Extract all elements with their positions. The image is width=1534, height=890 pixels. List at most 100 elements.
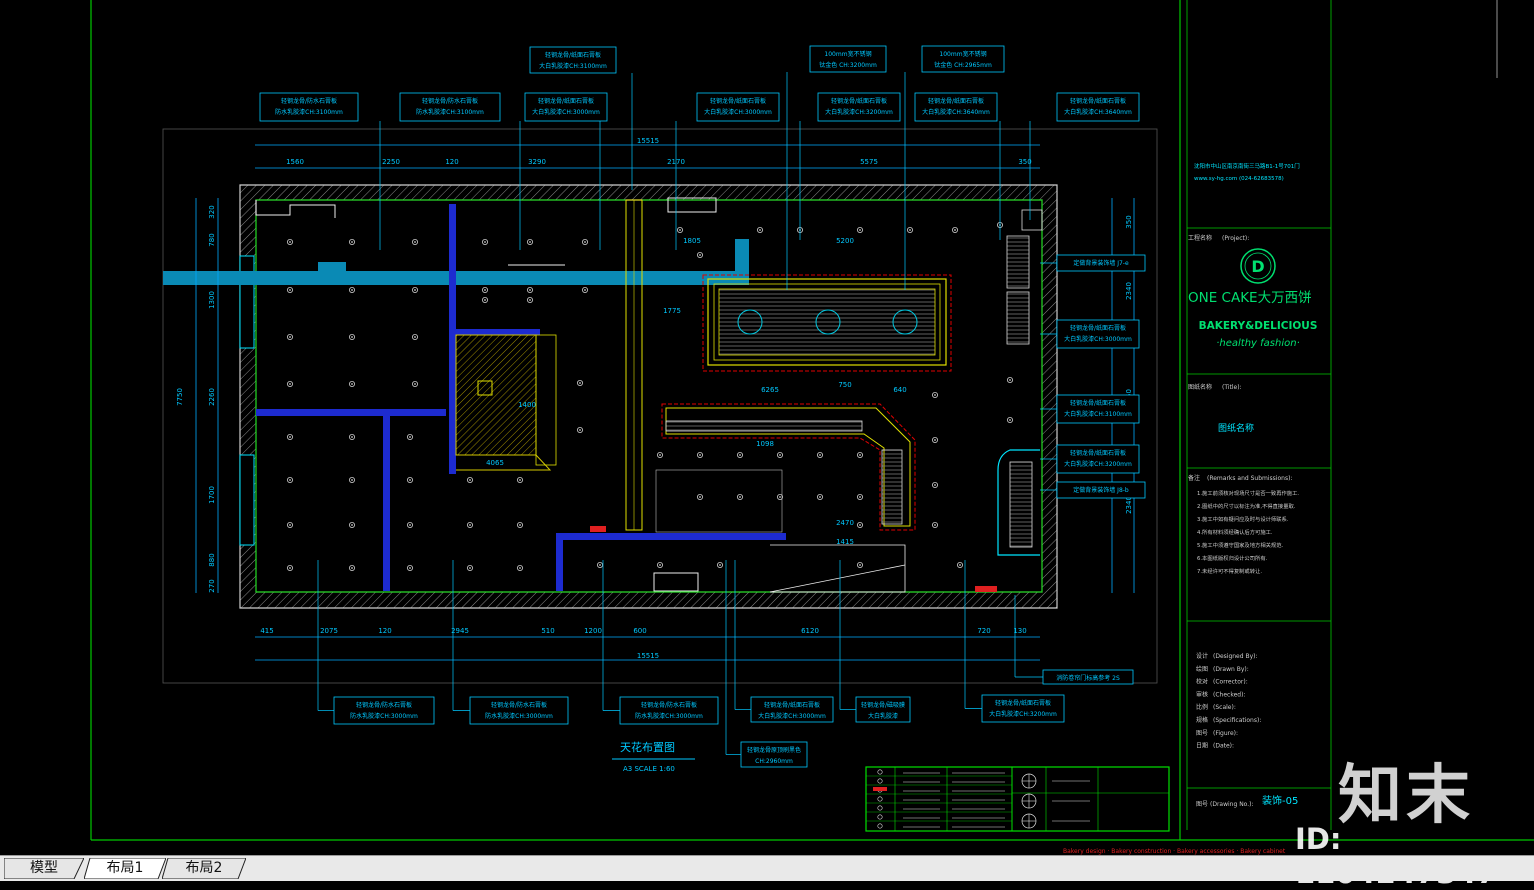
dimension-value: 2945	[451, 627, 469, 635]
overall-dim-bottom: 15515	[637, 652, 659, 660]
ceiling-light-icon	[657, 562, 664, 569]
dimension-value: 4065	[486, 459, 504, 467]
field-label-en: (Checked):	[1213, 691, 1245, 698]
field-label-en: (Specifications):	[1213, 717, 1261, 724]
callout-bottom: 轻钢龙骨/纸面石膏板大白乳胶漆CH:3000mm	[750, 696, 834, 723]
overall-dim-top: 15515	[637, 137, 659, 145]
ceiling-light-icon	[286, 380, 293, 387]
ceiling-light-icon	[286, 476, 293, 483]
ceiling-light-icon	[857, 451, 864, 458]
callout-top: 100mm宽不锈钢钛金色 CH:3200mm	[809, 45, 887, 73]
cad-viewport[interactable]: 15515 15515 1560 2250 120 3290 2170 5575 350 415 2…	[0, 0, 1534, 855]
dimension-value: 1400	[518, 401, 536, 409]
ceiling-light-icon	[348, 238, 355, 245]
svg-text:定做背景装饰墙 J8-b: 定做背景装饰墙 J8-b	[1073, 486, 1129, 494]
ceiling-light-icon	[286, 565, 293, 572]
svg-text:轻钢龙骨/纸面石膏板: 轻钢龙骨/纸面石膏板	[1070, 324, 1126, 332]
dimension-value: 2340	[1125, 282, 1133, 300]
callout-top: 轻钢龙骨/防水石膏板防水乳胶漆CH:3100mm	[259, 92, 359, 122]
ceiling-light-icon	[517, 476, 524, 483]
callout-top: 轻钢龙骨/纸面石膏板大白乳胶漆CH:3000mm	[524, 92, 608, 122]
ceiling-light-icon	[697, 451, 704, 458]
svg-text:大白乳胶漆: 大白乳胶漆	[868, 712, 898, 720]
svg-text:D: D	[1251, 257, 1264, 276]
dimension-value: 1200	[584, 627, 602, 635]
dimension-value: 780	[208, 233, 216, 246]
ceiling-light-icon	[527, 238, 534, 245]
dimension-value: 720	[977, 627, 990, 635]
svg-text:100mm宽不锈钢: 100mm宽不锈钢	[824, 50, 871, 58]
ceiling-light-icon	[481, 286, 488, 293]
ceiling-light-icon	[466, 522, 473, 529]
callout-bottom: 轻钢龙骨/防水石膏板防水乳胶漆CH:3000mm	[333, 696, 435, 725]
svg-text:防水乳胶漆CH:3000mm: 防水乳胶漆CH:3000mm	[350, 712, 418, 720]
company-web: www.sy-hg.com (024-62683578)	[1194, 176, 1284, 182]
dimension-value: 1300	[208, 291, 216, 309]
tab-model[interactable]: 模型	[4, 858, 84, 879]
svg-text:防水乳胶漆CH:3000mm: 防水乳胶漆CH:3000mm	[635, 712, 703, 720]
ceiling-light-icon	[1007, 416, 1014, 423]
tab-layout1[interactable]: 布局1	[84, 858, 166, 879]
svg-text:钛金色 CH:2965mm: 钛金色 CH:2965mm	[934, 61, 992, 69]
svg-text:防水乳胶漆CH:3100mm: 防水乳胶漆CH:3100mm	[416, 108, 484, 116]
ceiling-light-icon	[952, 226, 959, 233]
ceiling-light-icon	[466, 476, 473, 483]
callout-top: 轻钢龙骨/纸面石膏板大白乳胶漆CH:3640mm	[1056, 92, 1140, 122]
dimension-value: 2470	[836, 519, 854, 527]
footer-note: Bakery design · Bakery construction · Ba…	[1063, 848, 1286, 855]
remarks-label: 备注	[1188, 474, 1200, 482]
ceiling-light-icon	[582, 286, 589, 293]
ceiling-light-icon	[577, 379, 584, 386]
callout-right: 轻钢龙骨/纸面石膏板大白乳胶漆CH:3200mm	[1056, 444, 1140, 474]
svg-text:100mm宽不锈钢: 100mm宽不锈钢	[939, 50, 986, 58]
dimension-value: 880	[208, 553, 216, 566]
dimension-value: 5575	[860, 158, 878, 166]
field-label: 日期	[1196, 742, 1208, 750]
dimension-value: 600	[633, 627, 646, 635]
dimension-value: 350	[1125, 215, 1133, 228]
ceiling-light-icon	[348, 433, 355, 440]
brand-logo-icon: D	[1240, 248, 1276, 284]
ceiling-light-icon	[466, 565, 473, 572]
project-label-en: (Project):	[1222, 235, 1249, 242]
field-label: 审核	[1196, 690, 1208, 698]
field-label-en: (Designed By):	[1213, 653, 1258, 660]
svg-text:大白乳胶漆CH:3200mm: 大白乳胶漆CH:3200mm	[989, 710, 1057, 718]
svg-text:轻钢龙骨/磁吸膜: 轻钢龙骨/磁吸膜	[861, 701, 905, 709]
title-label: 图纸名称	[1188, 383, 1212, 391]
company-address: 沈阳市中山区南京南街三马路B1-1号701门	[1194, 162, 1300, 170]
dimension-value: 640	[893, 386, 906, 394]
callout-right: 定做背景装饰墙 J8-b	[1056, 481, 1146, 499]
tab-layout2[interactable]: 布局2	[162, 858, 246, 879]
ceiling-light-icon	[577, 426, 584, 433]
field-label: 图号	[1196, 730, 1208, 737]
dimension-value: 1700	[208, 486, 216, 504]
remarks-label-en: (Remarks and Submissions):	[1207, 475, 1292, 482]
ceiling-light-icon	[481, 296, 488, 303]
svg-text:轻钢龙骨/纸面石膏板: 轻钢龙骨/纸面石膏板	[928, 97, 984, 105]
layout-tab-bar: 模型 布局1 布局2	[0, 855, 1534, 881]
ceiling-light-icon	[857, 493, 864, 500]
building-walls	[163, 184, 1058, 609]
svg-text:轻钢龙骨/纸面石膏板: 轻钢龙骨/纸面石膏板	[764, 701, 820, 709]
ceiling-light-icon	[411, 380, 418, 387]
brand-slogan: BAKERY&DELICIOUS	[1199, 320, 1318, 332]
dimension-value: 320	[208, 205, 216, 218]
svg-text:大白乳胶漆CH:3100mm: 大白乳胶漆CH:3100mm	[539, 62, 607, 70]
svg-text:大白乳胶漆CH:3640mm: 大白乳胶漆CH:3640mm	[1064, 108, 1132, 116]
svg-text:轻钢龙骨原顶刷黑色: 轻钢龙骨原顶刷黑色	[747, 746, 801, 754]
callout-top: 轻钢龙骨/防水石膏板防水乳胶漆CH:3100mm	[399, 92, 501, 122]
callout-top: 轻钢龙骨/纸面石膏板大白乳胶漆CH:3100mm	[529, 46, 617, 74]
callout-bottom: 轻钢龙骨原顶刷黑色 CH:2960mm	[740, 741, 808, 768]
ceiling-light-icon	[777, 451, 784, 458]
ceiling-light-icon	[406, 476, 413, 483]
brand-tagline: ·healthy fashion·	[1216, 338, 1300, 349]
callout-bottom: 轻钢龙骨/纸面石膏板大白乳胶漆CH:3200mm	[981, 694, 1065, 723]
svg-text:大白乳胶漆CH:3200mm: 大白乳胶漆CH:3200mm	[825, 108, 893, 116]
cad-drawing: 15515155151560 2250 120 3290 2170 5575 350415 2…	[90, 0, 1534, 855]
callout-bottom: 轻钢龙骨/磁吸膜大白乳胶漆	[855, 696, 911, 723]
ceiling-light-icon	[757, 226, 764, 233]
dimension-value: 1098	[756, 440, 774, 448]
svg-text:CH:2960mm: CH:2960mm	[755, 758, 793, 765]
ceiling-light-icon	[857, 226, 864, 233]
